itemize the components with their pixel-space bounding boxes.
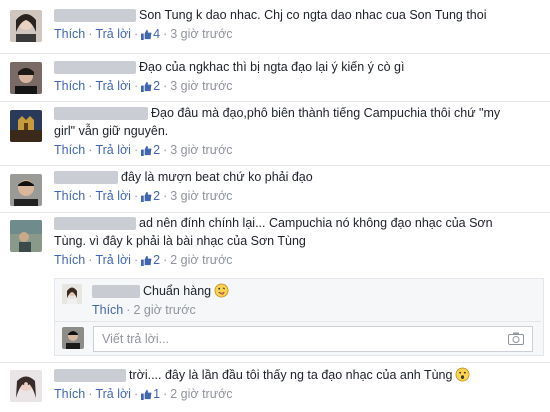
comment-text: đây là mượn beat chứ ko phải đạo: [121, 170, 313, 184]
like-count[interactable]: 4: [141, 27, 160, 41]
author-name[interactable]: [54, 107, 148, 121]
thumbs-up-icon: [141, 255, 152, 266]
avatar[interactable]: [10, 220, 42, 252]
thumbs-up-icon: [141, 389, 152, 400]
like-link[interactable]: Thích: [54, 387, 85, 401]
like-count[interactable]: 2: [141, 189, 160, 203]
author-name[interactable]: [54, 217, 136, 231]
camera-icon[interactable]: [508, 332, 524, 345]
avatar[interactable]: [10, 370, 42, 402]
reply-link[interactable]: Trả lời: [95, 27, 131, 41]
timestamp[interactable]: 3 giờ trước: [170, 143, 232, 157]
reply-input[interactable]: Viết trả lời...: [93, 326, 533, 352]
timestamp[interactable]: 3 giờ trước: [170, 189, 232, 203]
avatar[interactable]: [10, 174, 42, 206]
reply-link[interactable]: Trả lời: [95, 387, 131, 401]
avatar[interactable]: [10, 110, 42, 142]
author-name[interactable]: [54, 369, 126, 383]
divider: [0, 212, 550, 213]
divider: [0, 362, 550, 363]
timestamp[interactable]: 3 giờ trước: [170, 27, 232, 41]
author-name[interactable]: [54, 61, 136, 75]
thumbs-up-icon: [141, 81, 152, 92]
tongue-emoji-icon: [214, 283, 229, 298]
avatar[interactable]: [10, 62, 42, 94]
like-link[interactable]: Thích: [54, 253, 85, 267]
like-count[interactable]: 1: [141, 387, 160, 401]
like-count[interactable]: 2: [141, 253, 160, 267]
divider: [0, 53, 550, 54]
like-count[interactable]: 2: [141, 143, 160, 157]
surprised-emoji-icon: [456, 367, 470, 382]
reply-input-placeholder: Viết trả lời...: [102, 332, 170, 346]
comment-text: Đạo của ngkhac thì bị ngta đạo lại ý kiế…: [139, 60, 405, 74]
author-name[interactable]: [54, 9, 136, 23]
like-count[interactable]: 2: [141, 79, 160, 93]
divider: [0, 101, 550, 102]
reply-text: Chuẩn hàng: [143, 284, 212, 298]
timestamp[interactable]: 2 giờ trước: [133, 303, 195, 317]
like-link[interactable]: Thích: [54, 189, 85, 203]
reply-link[interactable]: Trả lời: [95, 253, 131, 267]
like-link[interactable]: Thích: [54, 143, 85, 157]
author-name[interactable]: [92, 285, 140, 299]
like-link[interactable]: Thích: [54, 27, 85, 41]
like-link[interactable]: Thích: [54, 79, 85, 93]
timestamp[interactable]: 3 giờ trước: [170, 79, 232, 93]
reply-link[interactable]: Trả lời: [95, 189, 131, 203]
comment-text: trời.... đây là lần đầu tôi thấy ng ta đ…: [129, 368, 453, 382]
current-user-avatar[interactable]: [62, 327, 84, 349]
timestamp[interactable]: 2 giờ trước: [170, 387, 232, 401]
thumbs-up-icon: [141, 145, 152, 156]
divider: [0, 165, 550, 166]
thumbs-up-icon: [141, 29, 152, 40]
comment-text: Son Tung k dao nhac. Chj co ngta dao nha…: [139, 8, 487, 22]
avatar[interactable]: [10, 10, 42, 42]
timestamp[interactable]: 2 giờ trước: [170, 253, 232, 267]
like-link[interactable]: Thích: [92, 303, 123, 317]
avatar[interactable]: [62, 284, 82, 304]
reply-link[interactable]: Trả lời: [95, 143, 131, 157]
reply-link[interactable]: Trả lời: [95, 79, 131, 93]
divider: [55, 321, 541, 322]
thumbs-up-icon: [141, 191, 152, 202]
author-name[interactable]: [54, 171, 118, 185]
